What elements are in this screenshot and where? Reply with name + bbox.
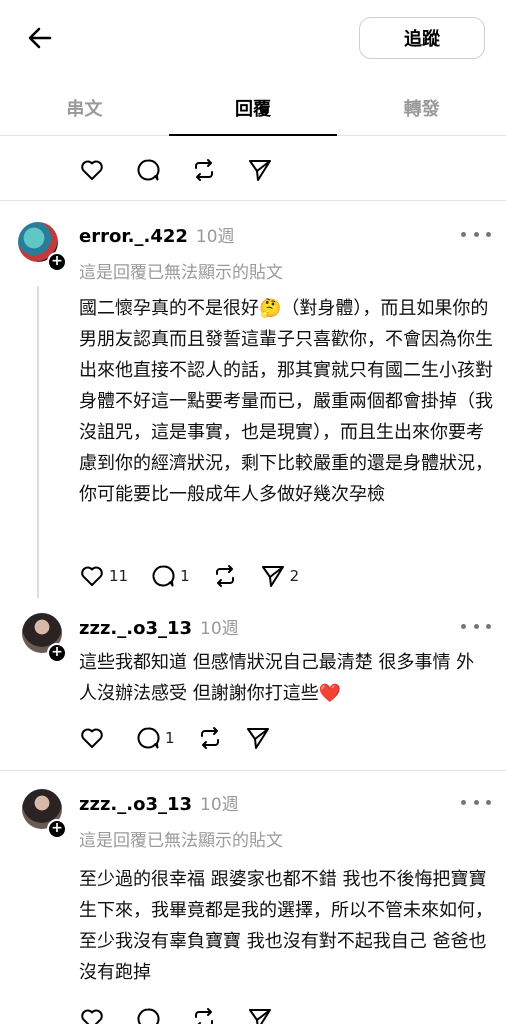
username[interactable]: zzz._.o3_13 10週 bbox=[79, 614, 239, 639]
send-icon bbox=[249, 1009, 271, 1024]
send-icon bbox=[249, 160, 271, 181]
send-icon bbox=[261, 566, 284, 587]
back-arrow-icon[interactable] bbox=[24, 22, 56, 54]
like-button[interactable] bbox=[79, 157, 105, 183]
more-options-icon[interactable] bbox=[461, 616, 491, 636]
more-options-icon[interactable] bbox=[461, 792, 491, 812]
reply-button[interactable] bbox=[135, 157, 161, 183]
username[interactable]: error._.422 10週 bbox=[79, 222, 235, 247]
follow-button[interactable]: 追蹤 bbox=[359, 17, 485, 59]
repost-button[interactable] bbox=[191, 157, 217, 183]
post-actions: 1 bbox=[79, 723, 293, 753]
unavailable-post-note: 這是回覆已無法顯示的貼文 bbox=[79, 263, 283, 283]
comment-icon bbox=[152, 565, 175, 587]
post-actions bbox=[79, 155, 295, 185]
tab-reposts[interactable]: 轉發 bbox=[337, 80, 506, 135]
tab-replies[interactable]: 回覆 bbox=[168, 80, 338, 136]
share-button[interactable] bbox=[247, 157, 273, 183]
like-button[interactable] bbox=[79, 725, 105, 751]
heart-icon bbox=[81, 566, 103, 586]
repost-icon bbox=[195, 1008, 213, 1024]
share-button[interactable]: 2 bbox=[260, 563, 300, 589]
more-options-icon[interactable] bbox=[461, 224, 491, 244]
reply-count: 1 bbox=[165, 729, 175, 747]
like-count: 11 bbox=[109, 567, 129, 585]
heart-icon bbox=[81, 160, 103, 180]
timestamp: 10週 bbox=[200, 795, 239, 815]
post-text: 至少過的很幸福 跟婆家也都不錯 我也不後悔把寶寶生下來，我畢竟都是我的選擇，所以… bbox=[79, 869, 493, 983]
divider bbox=[0, 200, 506, 201]
send-icon bbox=[246, 728, 269, 749]
like-button[interactable] bbox=[79, 1006, 105, 1024]
reply-button[interactable] bbox=[135, 1006, 161, 1024]
timestamp: 10週 bbox=[200, 619, 239, 639]
repost-button[interactable] bbox=[191, 1006, 217, 1024]
username[interactable]: zzz._.o3_13 10週 bbox=[79, 790, 239, 815]
thread-line bbox=[37, 286, 39, 598]
heart-icon bbox=[81, 728, 103, 748]
share-count: 2 bbox=[289, 567, 300, 585]
share-button[interactable] bbox=[245, 725, 271, 751]
timestamp: 10週 bbox=[195, 227, 235, 247]
repost-button[interactable] bbox=[197, 725, 223, 751]
post-text: 這些我都知道 但感情狀況自己最清楚 很多事情 外人沒辦法感受 但謝謝你打這些❤️ bbox=[79, 652, 475, 704]
repost-icon bbox=[215, 565, 234, 587]
post-actions: 11 1 2 bbox=[79, 561, 321, 591]
follow-plus-icon[interactable]: + bbox=[47, 819, 67, 839]
unavailable-post-note: 這是回覆已無法顯示的貼文 bbox=[79, 831, 283, 851]
comment-icon bbox=[137, 1008, 160, 1024]
repost-icon bbox=[195, 159, 213, 181]
follow-plus-icon[interactable]: + bbox=[47, 643, 67, 663]
repost-button[interactable] bbox=[212, 563, 238, 589]
repost-icon bbox=[200, 727, 219, 749]
post-text: 國二懷孕真的不是很好🤔（對身體），而且如果你的男朋友認真而且發誓這輩子只喜歡你，… bbox=[79, 298, 493, 505]
reply-count: 1 bbox=[180, 567, 190, 585]
profile-tabs: 串文 回覆 轉發 bbox=[0, 80, 506, 136]
comment-icon bbox=[137, 727, 160, 749]
tab-threads[interactable]: 串文 bbox=[0, 80, 169, 135]
share-button[interactable] bbox=[247, 1006, 273, 1024]
top-bar: 追蹤 bbox=[0, 0, 506, 80]
reply-button[interactable]: 1 bbox=[150, 563, 190, 589]
reply-button[interactable]: 1 bbox=[135, 725, 175, 751]
divider bbox=[0, 770, 506, 771]
follow-plus-icon[interactable]: + bbox=[47, 252, 67, 272]
like-button[interactable]: 11 bbox=[79, 563, 128, 589]
post-actions bbox=[79, 1004, 295, 1024]
comment-icon bbox=[137, 159, 160, 181]
heart-icon bbox=[81, 1009, 103, 1024]
